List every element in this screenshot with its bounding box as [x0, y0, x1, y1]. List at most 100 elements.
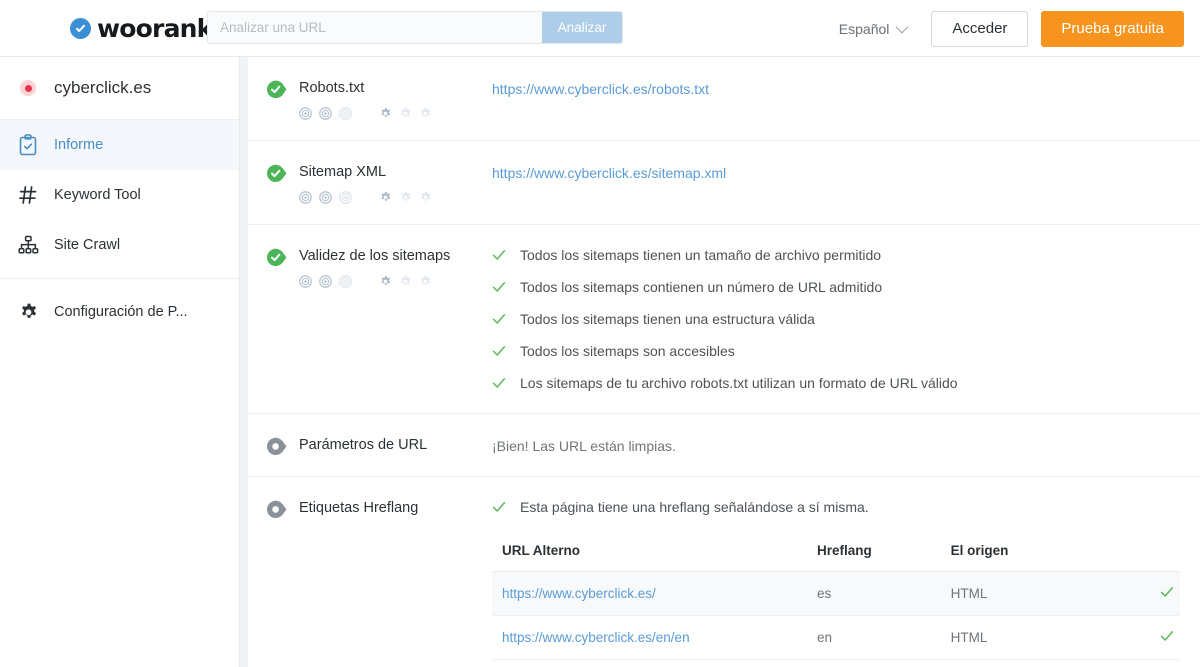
- app-shell: cyberclick.es Informe Keyword Tool Site …: [0, 57, 1200, 667]
- hreflang-url-link[interactable]: https://www.cyberclick.es/: [502, 586, 656, 601]
- sidebar: cyberclick.es Informe Keyword Tool Site …: [0, 57, 240, 667]
- green-check-icon: [492, 376, 508, 393]
- section-left-col: Validez de los sitemaps: [266, 247, 492, 393]
- sidebar-item-label: Site Crawl: [54, 237, 121, 253]
- section-title: Etiquetas Hreflang: [299, 500, 419, 516]
- list-item-label: Todos los sitemaps contienen un número d…: [520, 279, 883, 295]
- list-item-label: Todos los sitemaps tienen una estructura…: [520, 311, 815, 327]
- section-title: Robots.txt: [299, 80, 365, 96]
- section-left-col: Robots.txt: [266, 79, 492, 120]
- analyze-url-form: Analizar: [207, 11, 623, 44]
- green-check-icon: [1160, 587, 1174, 602]
- hreflang-note-label: Esta página tiene una hreflang señalándo…: [520, 499, 869, 515]
- gear-icon-empty: [419, 191, 432, 204]
- sidebar-divider: [0, 278, 239, 279]
- red-dot-icon: [12, 72, 44, 104]
- gear-icon-empty: [399, 107, 412, 120]
- green-check-icon: [492, 248, 508, 265]
- green-check-icon: [492, 280, 508, 297]
- cell-status: [1142, 571, 1180, 616]
- target-icon-filled: [299, 107, 312, 120]
- column-header-hreflang: Hreflang: [806, 543, 941, 572]
- gear-icon: [12, 296, 44, 328]
- section-url-parameters: Parámetros de URL ¡Bien! Las URL están l…: [248, 413, 1200, 476]
- sidebar-site-name: cyberclick.es: [54, 78, 152, 97]
- section-sitemap-xml: Sitemap XML https://www.cyberclick.es/si…: [248, 140, 1200, 224]
- gear-icon-empty: [399, 191, 412, 204]
- hreflang-url-link[interactable]: https://www.cyberclick.es/en/en: [502, 630, 690, 645]
- section-meters: [299, 191, 432, 204]
- target-icon-filled: [299, 191, 312, 204]
- table-row: https://www.cyberclick.es/ es HTML: [492, 571, 1180, 616]
- cell-source: HTML: [940, 615, 1143, 660]
- section-left-col: Sitemap XML: [266, 163, 492, 204]
- language-label: Español: [838, 20, 890, 37]
- sitemap-xml-link[interactable]: https://www.cyberclick.es/sitemap.xml: [492, 165, 726, 181]
- target-icon-empty: [339, 191, 352, 204]
- column-header-status: [1142, 543, 1180, 572]
- column-header-source: El origen: [940, 543, 1143, 572]
- gray-dot-badge-icon: [266, 437, 287, 456]
- cell-hreflang: es: [806, 571, 941, 616]
- target-icon-empty: [339, 107, 352, 120]
- column-header-url: URL Alterno: [492, 543, 807, 572]
- free-trial-button[interactable]: Prueba gratuita: [1041, 10, 1184, 47]
- list-item-label: Todos los sitemaps tienen un tamaño de a…: [520, 247, 882, 263]
- cell-source: HTML: [940, 571, 1143, 616]
- target-icon-empty: [339, 275, 352, 288]
- hash-icon: [12, 179, 44, 211]
- section-right-col: Esta página tiene una hreflang señalándo…: [492, 499, 1180, 660]
- green-check-icon: [492, 312, 508, 329]
- clipboard-check-icon: [12, 129, 44, 161]
- list-item-label: Los sitemaps de tu archivo robots.txt ut…: [520, 375, 958, 391]
- section-meters: [299, 275, 450, 288]
- list-item-label: Todos los sitemaps son accesibles: [520, 343, 735, 359]
- sidebar-site-row[interactable]: cyberclick.es: [0, 57, 239, 120]
- section-robots-txt: Robots.txt https://www.cyberclick.es/rob…: [248, 57, 1200, 140]
- gear-icon-empty: [419, 275, 432, 288]
- list-item: Todos los sitemaps tienen un tamaño de a…: [492, 247, 1180, 265]
- section-title: Sitemap XML: [299, 164, 387, 180]
- section-right-col: Todos los sitemaps tienen un tamaño de a…: [492, 247, 1180, 393]
- analyze-button[interactable]: Analizar: [542, 12, 622, 43]
- gear-icon-empty: [399, 275, 412, 288]
- section-meters: [299, 107, 432, 120]
- woorank-logo[interactable]: woorank: [70, 0, 213, 56]
- section-left-col: Etiquetas Hreflang: [266, 499, 492, 660]
- table-row: https://www.cyberclick.es/en/en en HTML: [492, 615, 1180, 660]
- target-icon-filled: [299, 275, 312, 288]
- sidebar-item-label: Configuración de P...: [54, 304, 188, 320]
- green-check-icon: [492, 500, 508, 517]
- sidebar-item-label: Keyword Tool: [54, 187, 141, 203]
- search-input[interactable]: [208, 12, 542, 43]
- section-right-col: https://www.cyberclick.es/sitemap.xml: [492, 163, 1180, 204]
- target-icon-filled: [319, 107, 332, 120]
- sitemap-validity-checklist: Todos los sitemaps tienen un tamaño de a…: [492, 247, 1180, 393]
- green-check-icon: [1160, 631, 1174, 646]
- table-header-row: URL Alterno Hreflang El origen: [492, 543, 1180, 572]
- check-badge-icon: [70, 17, 91, 39]
- header-actions: Español Acceder Prueba gratuita: [839, 0, 1184, 57]
- list-item: Los sitemaps de tu archivo robots.txt ut…: [492, 375, 1180, 393]
- sidebar-item-label: Informe: [54, 137, 104, 153]
- gear-icon-empty: [419, 107, 432, 120]
- sidebar-item-site-crawl[interactable]: Site Crawl: [0, 220, 239, 270]
- cell-status: [1142, 615, 1180, 660]
- section-left-col: Parámetros de URL: [266, 436, 492, 456]
- section-right-col: ¡Bien! Las URL están limpias.: [492, 436, 1180, 456]
- list-item: Todos los sitemaps contienen un número d…: [492, 279, 1180, 297]
- section-sitemap-validity: Validez de los sitemaps Todos los sitema…: [248, 224, 1200, 413]
- login-button[interactable]: Acceder: [931, 10, 1029, 47]
- sidebar-item-keyword-tool[interactable]: Keyword Tool: [0, 170, 239, 220]
- green-check-badge-icon: [266, 164, 287, 183]
- logo-text: woorank: [97, 13, 213, 43]
- section-right-col: https://www.cyberclick.es/robots.txt: [492, 79, 1180, 120]
- robots-txt-link[interactable]: https://www.cyberclick.es/robots.txt: [492, 81, 709, 97]
- language-selector[interactable]: Español: [838, 20, 909, 37]
- sidebar-item-informe[interactable]: Informe: [0, 120, 239, 170]
- list-item: Todos los sitemaps tienen una estructura…: [492, 311, 1180, 329]
- green-check-icon: [492, 344, 508, 361]
- list-item: Todos los sitemaps son accesibles: [492, 343, 1180, 361]
- gray-dot-badge-icon: [266, 500, 287, 519]
- sidebar-item-configuracion[interactable]: Configuración de P...: [0, 287, 239, 337]
